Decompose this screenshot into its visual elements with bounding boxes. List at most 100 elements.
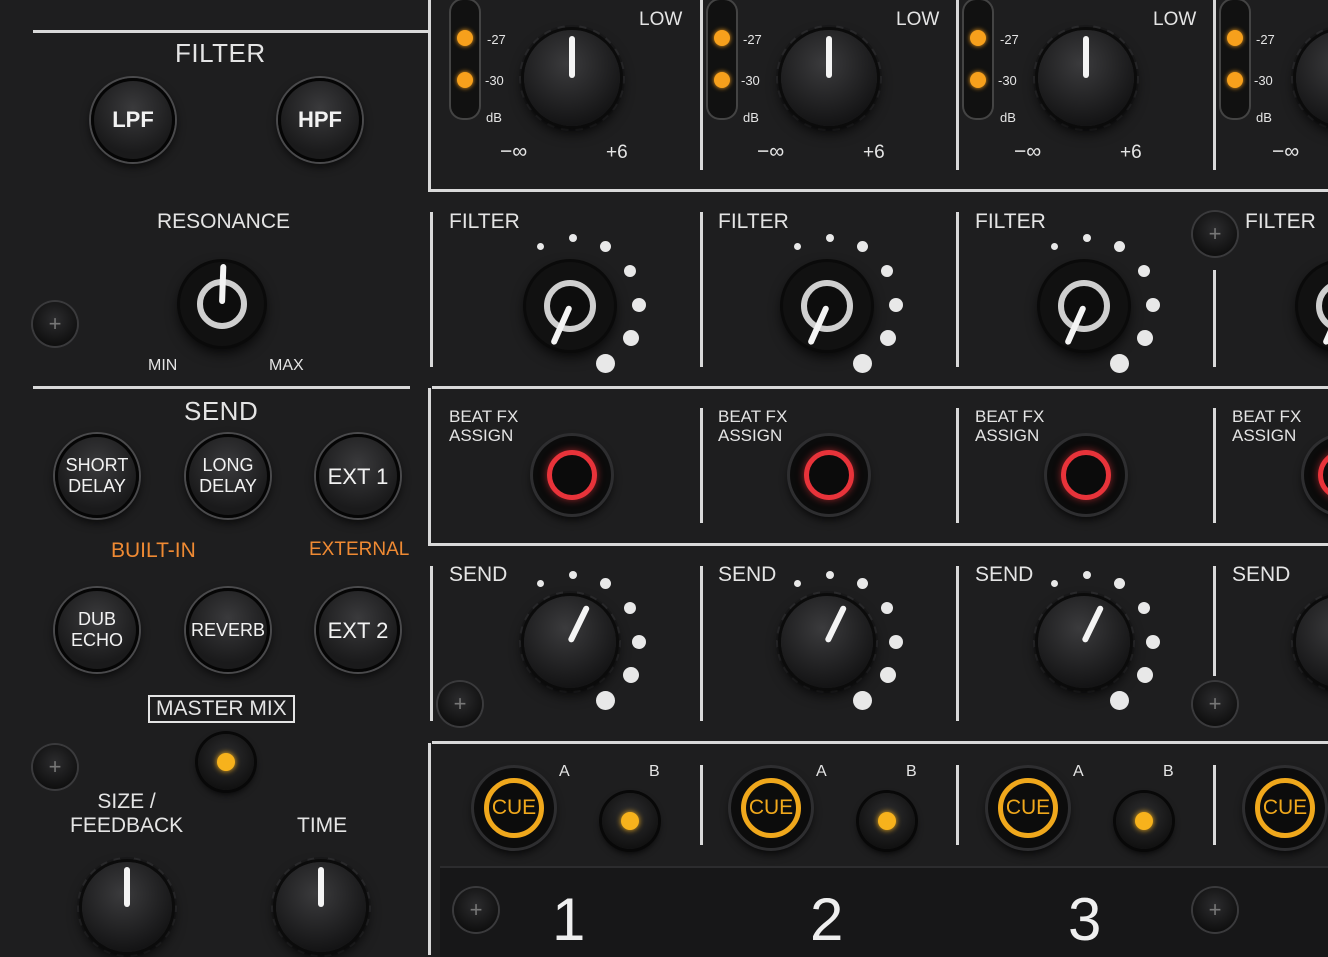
channel-divider (700, 566, 703, 721)
long-delay-button[interactable]: LONG DELAY (186, 434, 270, 518)
channel-filter-knob[interactable] (526, 262, 614, 350)
eq-low-label: LOW (639, 9, 683, 30)
eq-minus-inf-label: −∞ (1014, 140, 1042, 163)
channel-divider (956, 212, 959, 367)
send-section-top-line (33, 386, 410, 389)
master-mix-button[interactable] (198, 734, 254, 790)
channel-number: 1 (552, 886, 586, 953)
reverb-button[interactable]: REVERB (186, 588, 270, 672)
size-feedback-knob[interactable] (77, 857, 177, 957)
hpf-button[interactable]: HPF (278, 78, 362, 162)
channel-number: 3 (1068, 886, 1102, 953)
screw-icon: + (454, 888, 498, 932)
channel-number: 2 (810, 886, 844, 953)
scale-dot (826, 234, 834, 242)
cue-a-label: A (559, 763, 570, 780)
channel-send-label: SEND (975, 563, 1034, 586)
eq-plus6-label: +6 (863, 142, 885, 163)
meter-db-unit: dB (1000, 110, 1016, 125)
cue-b-button[interactable] (859, 793, 915, 849)
channel-send-knob[interactable] (519, 591, 621, 693)
beat-fx-assign-button[interactable] (1304, 436, 1328, 514)
scale-dot (794, 580, 801, 587)
eq-low-knob[interactable] (1291, 25, 1328, 131)
channel-filter-label: FILTER (1245, 210, 1316, 233)
ext1-button[interactable]: EXT 1 (316, 434, 400, 518)
scale-dot (853, 354, 872, 373)
scale-dot (1137, 330, 1153, 346)
cue-section-top-line (432, 741, 1328, 744)
scale-dot (1051, 243, 1058, 250)
cue-a-button[interactable]: CUE (474, 768, 554, 848)
time-knob[interactable] (271, 857, 371, 957)
eq-low-knob[interactable] (1033, 25, 1139, 131)
channel-send-label: SEND (1232, 563, 1291, 586)
fx-section-left-line (428, 388, 431, 546)
channel-send-knob[interactable] (1033, 591, 1135, 693)
eq-low-knob[interactable] (776, 25, 882, 131)
beat-fx-assign-button[interactable] (790, 436, 868, 514)
channel-divider (956, 0, 959, 170)
scale-dot (880, 667, 896, 683)
dub-echo-button[interactable]: DUB ECHO (55, 588, 139, 672)
scale-dot (1138, 602, 1150, 614)
eq-plus6-label: +6 (1120, 142, 1142, 163)
cue-b-button[interactable] (1116, 793, 1172, 849)
scale-dot (623, 330, 639, 346)
channel-filter-knob[interactable] (783, 262, 871, 350)
channel-filter-knob[interactable] (1040, 262, 1128, 350)
resonance-min-label: MIN (148, 357, 178, 374)
external-label: EXTERNAL (309, 539, 410, 560)
eq-low-label: LOW (896, 9, 940, 30)
channel-divider (956, 566, 959, 721)
scale-dot (853, 691, 872, 710)
screw-icon: + (1193, 212, 1237, 256)
scale-dot (1146, 298, 1160, 312)
beat-fx-assign-button[interactable] (1047, 436, 1125, 514)
time-label: TIME (297, 814, 348, 837)
channel-send-label: SEND (718, 563, 777, 586)
cue-a-button[interactable]: CUE (988, 768, 1068, 848)
meter-db-label: -30 (1254, 73, 1273, 88)
channel-divider (1213, 566, 1216, 676)
scale-dot (889, 298, 903, 312)
scale-dot (1137, 667, 1153, 683)
cue-a-button[interactable]: CUE (1245, 768, 1325, 848)
meter-db-label: -30 (998, 73, 1017, 88)
cue-a-button[interactable]: CUE (731, 768, 811, 848)
scale-dot (537, 243, 544, 250)
scale-dot (623, 667, 639, 683)
lpf-button[interactable]: LPF (91, 78, 175, 162)
short-delay-button[interactable]: SHORT DELAY (55, 434, 139, 518)
channel-divider (700, 0, 703, 170)
scale-dot (881, 602, 893, 614)
scale-dot (596, 691, 615, 710)
cue-b-button[interactable] (602, 793, 658, 849)
scale-dot (794, 243, 801, 250)
channel-send-knob[interactable] (776, 591, 878, 693)
resonance-knob[interactable] (180, 262, 264, 346)
scale-dot (624, 602, 636, 614)
beat-fx-assign-button[interactable] (533, 436, 611, 514)
beat-fx-assign-label: BEAT FX ASSIGN (1232, 407, 1302, 445)
level-meter (1221, 0, 1249, 118)
meter-db-label: -27 (743, 32, 762, 47)
scale-dot (569, 234, 577, 242)
scale-dot (857, 578, 868, 589)
cue-a-label: A (1073, 763, 1084, 780)
cue-b-label: B (649, 763, 660, 780)
channel-filter-knob[interactable] (1298, 262, 1328, 350)
ext2-button[interactable]: EXT 2 (316, 588, 400, 672)
eq-low-knob[interactable] (519, 25, 625, 131)
scale-dot (632, 298, 646, 312)
scale-dot (1114, 578, 1125, 589)
scale-dot (632, 635, 646, 649)
channel-divider (1213, 0, 1216, 170)
channel-divider (430, 566, 433, 721)
screw-icon: + (33, 302, 77, 346)
scale-dot (889, 635, 903, 649)
channel-filter-label: FILTER (975, 210, 1046, 233)
size-feedback-label: SIZE / FEEDBACK (70, 790, 184, 837)
master-mix-label: MASTER MIX (148, 695, 295, 723)
channel-send-knob[interactable] (1291, 591, 1328, 693)
